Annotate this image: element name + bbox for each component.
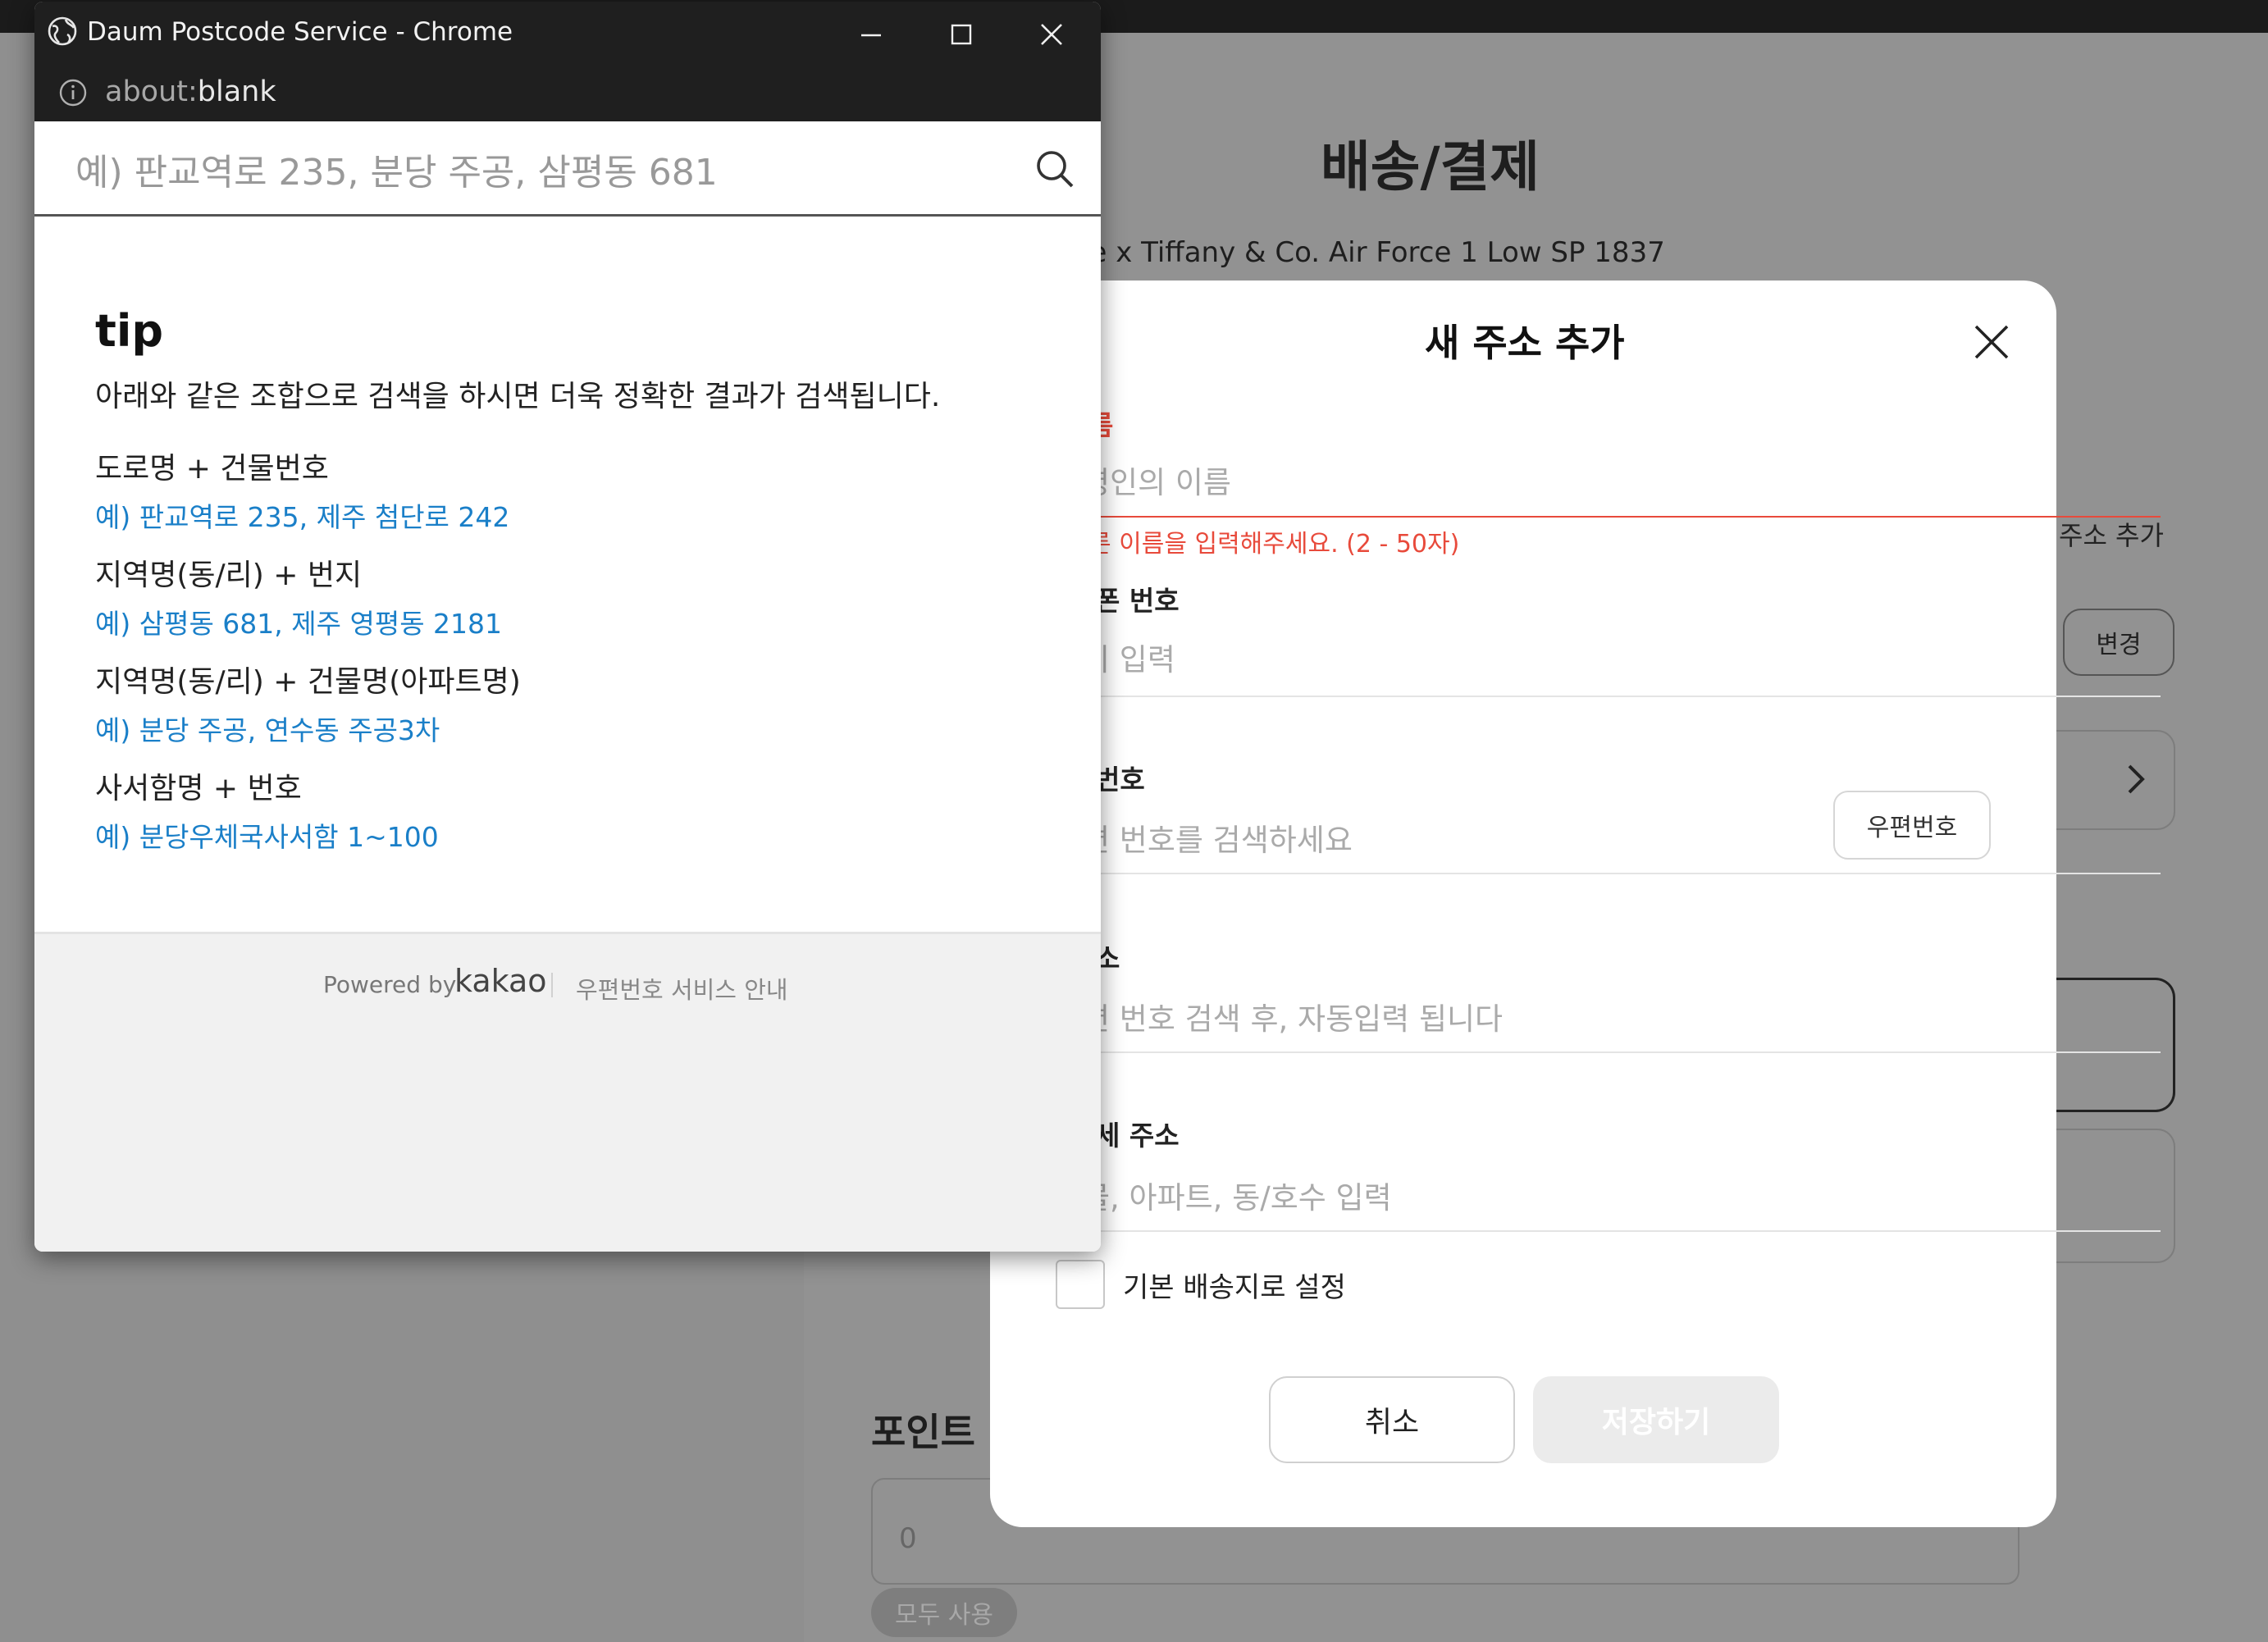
add-address-link[interactable]: 주소 추가 [2059,515,2164,553]
name-input-underline [1082,516,2161,518]
tip-example: 예) 삼평동 681, 제주 영평동 2181 [95,608,503,640]
tip-title: tip [95,305,163,357]
tip-heading: 지역명(동/리) + 건물명(아파트명) [95,665,521,699]
address-input-underline [1082,1051,2161,1053]
popup-footer [34,932,1101,1252]
page-title: 배송/결제 [1321,135,1540,198]
window-close-icon[interactable] [1035,18,1068,51]
phone-input[interactable]: 이 입력 [1082,635,2066,679]
zip-search-button[interactable]: 우편번호 [1833,791,1991,860]
maximize-icon[interactable] [945,18,978,51]
postcode-search-input[interactable]: 예) 판교역로 235, 분당 주공, 삼평동 681 [75,143,1019,195]
product-name: ke x Tiffany & Co. Air Force 1 Low SP 18… [1075,236,1665,269]
address-input[interactable]: 편 번호 검색 후, 자동입력 됩니다 [1082,994,2066,1038]
tip-example: 예) 분당 주공, 연수동 주공3차 [95,714,440,746]
postcode-popup-window: Daum Postcode Service - Chrome about:bla… [34,2,1101,1252]
name-input[interactable]: 령인의 이름 [1082,458,2066,502]
tip-example: 예) 판교역로 235, 제주 첨단로 242 [95,501,510,533]
change-address-button[interactable]: 변경 [2063,609,2174,676]
service-guide-link[interactable]: 우편번호 서비스 안내 [576,971,788,1006]
window-title: Daum Postcode Service - Chrome [87,17,513,47]
phone-input-underline [1082,696,2161,697]
phone-label: 폰 번호 [1095,585,1180,617]
url-path: blank [197,75,276,108]
powered-by-text: Powered by [323,971,457,998]
url-scheme: about: [105,75,198,108]
close-icon[interactable] [1971,322,2012,363]
tip-heading: 지역명(동/리) + 번지 [95,559,363,592]
info-icon[interactable] [57,77,89,108]
kakao-logo[interactable]: kakao [454,963,547,999]
zip-input[interactable]: 편 번호를 검색하세요 [1082,815,1951,860]
zip-input-underline [1082,873,2161,874]
url-text[interactable]: about:blank [105,75,276,108]
default-address-label[interactable]: 기본 배송지로 설정 [1123,1265,1346,1305]
points-section-title: 포인트 [871,1410,975,1454]
zip-label: 번호 [1095,764,1145,796]
cancel-button[interactable]: 취소 [1269,1376,1515,1463]
new-address-modal: 새 주소 추가 름 령인의 이름 른 이름을 입력해주세요. (2 - 50자)… [990,281,2161,1527]
detail-address-underline [1082,1230,2161,1232]
detail-address-input[interactable]: 물, 아파트, 동/호수 입력 [1082,1173,2066,1217]
name-error-message: 른 이름을 입력해주세요. (2 - 50자) [1088,530,1460,559]
tip-example: 예) 분당우체국사서함 1~100 [95,821,439,853]
detail-address-label: 세 주소 [1095,1120,1180,1152]
save-button[interactable]: 저장하기 [1533,1376,1779,1463]
default-address-checkbox[interactable] [1056,1260,1105,1309]
tip-description: 아래와 같은 조합으로 검색을 하시면 더욱 정확한 결과가 검색됩니다. [95,380,941,413]
modal-title: 새 주소 추가 [1425,321,1625,365]
minimize-icon[interactable] [855,18,888,51]
chevron-right-icon [2128,764,2145,794]
tip-heading: 도로명 + 건물번호 [95,452,329,486]
footer-divider [551,973,553,997]
globe-icon [48,16,77,46]
use-all-points-button[interactable]: 모두 사용 [871,1588,1017,1637]
search-icon[interactable] [1034,148,1076,190]
tip-heading: 사서함명 + 번호 [95,772,302,805]
